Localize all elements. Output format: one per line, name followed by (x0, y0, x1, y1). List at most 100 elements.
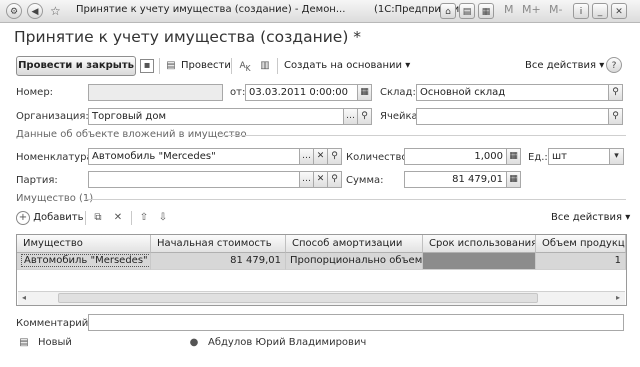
arrow-down-icon[interactable]: ⇩ (156, 211, 170, 225)
user-name: Абдулов Юрий Владимирович (208, 337, 367, 348)
cell-text: Автомобиль "Mersedes" (21, 254, 150, 267)
sum-label: Сумма: (346, 175, 384, 186)
column-header-depreciation-method[interactable]: Способ амортизации (286, 235, 423, 253)
calculator-icon[interactable]: ▦ (506, 171, 521, 188)
separator (277, 58, 278, 74)
nomenclature-field[interactable]: Автомобиль "Mercedes" (88, 148, 300, 165)
ellipsis-icon[interactable]: … (343, 108, 358, 125)
chevron-down-icon: ▾ (405, 60, 411, 71)
warehouse-field[interactable]: Основной склад (416, 84, 609, 101)
minimize-icon[interactable]: _ (592, 3, 608, 19)
help-icon[interactable]: ? (606, 57, 622, 73)
nomenclature-label: Номенклатура: (16, 152, 97, 163)
document-icon: ▤ (19, 337, 29, 348)
magnifier-icon[interactable]: ⚲ (608, 108, 623, 125)
scrollbar-thumb[interactable] (58, 293, 538, 303)
organization-label: Организация: (16, 111, 89, 122)
gear-icon[interactable]: ⚙ (6, 3, 22, 19)
clear-x-icon[interactable]: ✕ (313, 171, 328, 188)
chevron-down-icon: ▾ (599, 60, 605, 71)
quantity-label: Количество: (346, 152, 411, 163)
batch-field[interactable] (88, 171, 300, 188)
star-icon[interactable]: ☆ (50, 3, 66, 19)
clear-x-icon[interactable]: ✕ (313, 148, 328, 165)
help-icon[interactable]: i (573, 3, 589, 19)
date-label: от: (230, 87, 246, 98)
ellipsis-icon[interactable]: … (299, 171, 314, 188)
memory-m-button[interactable]: M (504, 3, 514, 16)
unit-label: Ед.: (528, 152, 548, 163)
post-and-close-button[interactable]: Провести и закрыть (16, 56, 136, 76)
comment-label: Комментарий: (16, 318, 92, 329)
column-header-production-volume[interactable]: Объем продукции (536, 235, 626, 253)
chevron-down-icon[interactable]: ▾ (609, 148, 624, 165)
table-all-actions-menu[interactable]: Все действия ▾ (551, 212, 630, 223)
floppy-disk-icon[interactable]: ▪ (140, 59, 154, 73)
window-title-bar: ⚙ ◀ ☆ Принятие к учету имущества (создан… (0, 0, 640, 23)
separator (85, 211, 86, 225)
user-icon: ● (189, 337, 199, 348)
arrow-up-icon[interactable]: ⇧ (137, 211, 151, 225)
magnifier-icon[interactable]: ⚲ (608, 84, 623, 101)
column-header-initial-cost[interactable]: Начальная стоимость (151, 235, 286, 253)
unit-field[interactable]: шт (548, 148, 610, 165)
separator (159, 58, 160, 74)
create-based-label: Создать на основании (284, 60, 403, 71)
magnifier-icon[interactable]: ⚲ (327, 171, 342, 188)
save-toolbar-icon[interactable]: ▤ (459, 3, 475, 19)
table-cell-initial-cost[interactable]: 81 479,01 (151, 253, 286, 270)
plus-circle-icon: + (16, 211, 30, 225)
date-field[interactable]: 03.03.2011 0:00:00 (245, 84, 358, 101)
all-actions-menu[interactable]: Все действия ▾ (525, 60, 604, 71)
table-cell-production-volume[interactable]: 1 (536, 253, 626, 270)
post-button[interactable]: Провести (181, 60, 231, 71)
separator (231, 58, 232, 74)
property-table: Имущество Начальная стоимость Способ амо… (16, 234, 627, 306)
print-icon[interactable]: ▥ (258, 59, 272, 73)
copy-icon[interactable]: ⧉ (91, 211, 105, 225)
create-based-on-menu[interactable]: Создать на основании ▾ (284, 60, 410, 71)
number-field[interactable] (88, 84, 223, 101)
cell-field[interactable] (416, 108, 609, 125)
memory-plus-button[interactable]: M+ (522, 3, 541, 16)
form-title: Принятие к учету имущества (создание) * (14, 28, 362, 46)
status-text: Новый (38, 337, 72, 348)
chevron-down-icon: ▾ (625, 212, 631, 223)
calculator-icon[interactable]: ▦ (506, 148, 521, 165)
calendar-icon[interactable]: ▦ (357, 84, 372, 101)
magnifier-icon[interactable]: ⚲ (327, 148, 342, 165)
warehouse-label: Склад: (380, 87, 416, 98)
group-divider (86, 199, 626, 200)
add-row-button[interactable]: + Добавить (16, 211, 84, 225)
add-label: Добавить (33, 212, 84, 223)
scroll-right-icon[interactable]: ▸ (612, 292, 624, 304)
movements-icon[interactable]: AK (237, 59, 253, 73)
magnifier-icon[interactable]: ⚲ (357, 108, 372, 125)
group-divider (222, 135, 626, 136)
organization-field[interactable]: Торговый дом (88, 108, 344, 125)
delete-x-icon[interactable]: ✕ (111, 211, 125, 225)
home-icon[interactable]: ⌂ (440, 3, 456, 19)
close-icon[interactable]: ✕ (611, 3, 627, 19)
investment-group-title: Данные об объекте вложений в имущество (16, 129, 247, 140)
number-label: Номер: (16, 87, 54, 98)
memory-minus-button[interactable]: M- (549, 3, 562, 16)
table-cell-property[interactable]: Автомобиль "Mersedes" (17, 253, 151, 270)
back-arrow-icon[interactable]: ◀ (27, 3, 43, 19)
ellipsis-icon[interactable]: … (299, 148, 314, 165)
separator (131, 211, 132, 225)
column-header-usage-term[interactable]: Срок использования (423, 235, 536, 253)
table-cell-depreciation-method[interactable]: Пропорционально объем... (286, 253, 423, 270)
quantity-field[interactable]: 1,000 (404, 148, 507, 165)
comment-field[interactable] (88, 314, 624, 331)
table-all-actions-label: Все действия (551, 212, 622, 223)
column-header-property[interactable]: Имущество (17, 235, 151, 253)
post-document-icon[interactable]: ▤ (164, 59, 178, 73)
scroll-left-icon[interactable]: ◂ (18, 292, 30, 304)
table-cell-usage-term[interactable] (423, 253, 536, 270)
property-group-title: Имущество (1) (16, 193, 94, 204)
batch-label: Партия: (16, 175, 58, 186)
horizontal-scrollbar[interactable]: ◂ ▸ (18, 291, 625, 305)
calculator-toolbar-icon[interactable]: ▦ (478, 3, 494, 19)
sum-field[interactable]: 81 479,01 (404, 171, 507, 188)
